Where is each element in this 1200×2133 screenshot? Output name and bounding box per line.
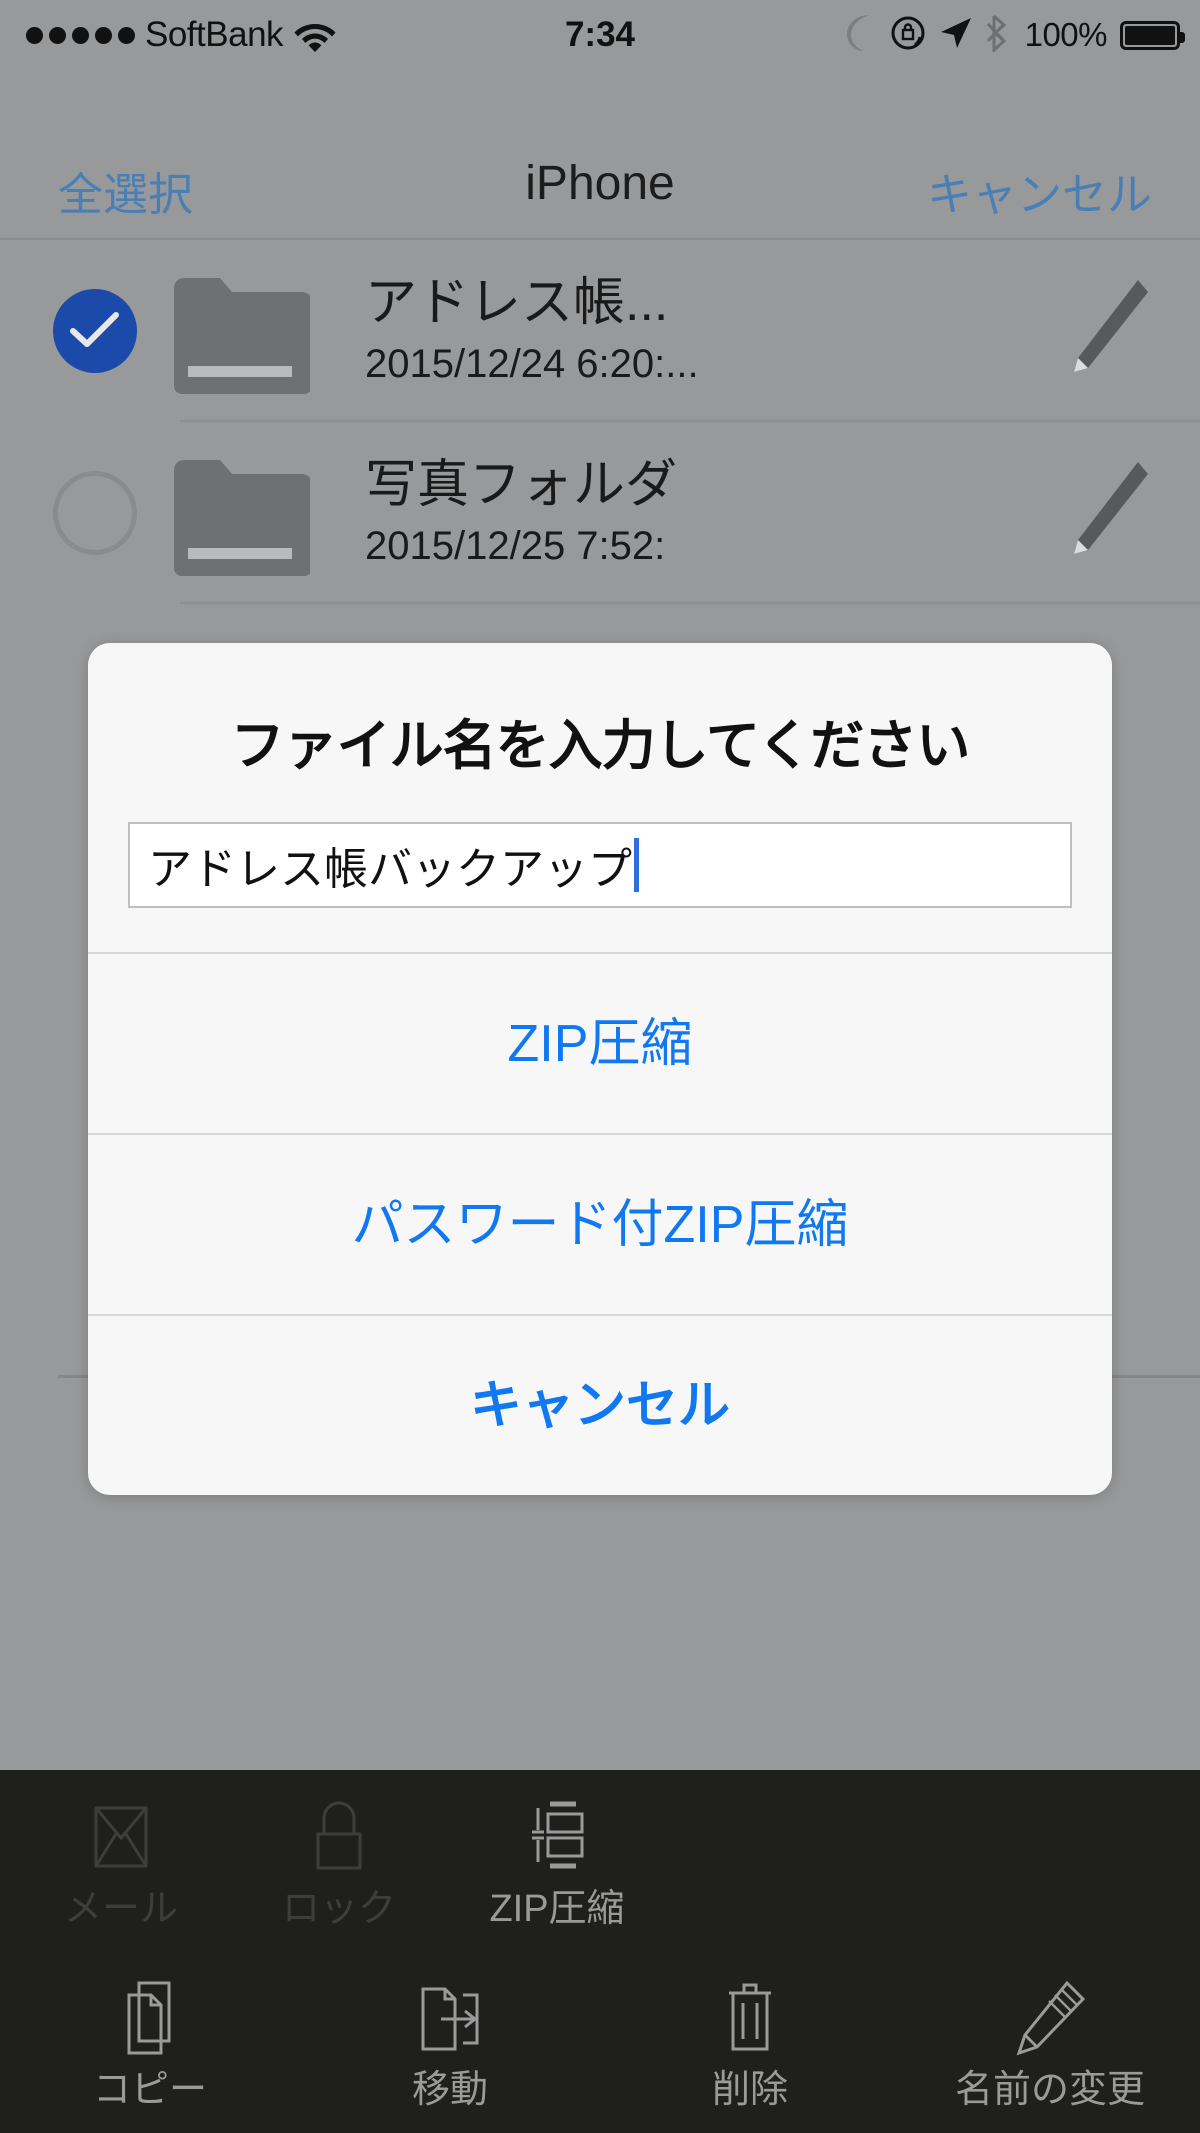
toolbar-label: 移動 [411,2068,488,2111]
dialog-header: ファイル名を入力してください [88,643,1112,780]
file-row-text: アドレス帳... 2015/12/24 6:20:... [365,274,699,388]
file-date: 2015/12/25 7:52: [365,523,666,568]
dialog-input-row: アドレス帳バックアップ [88,780,1112,952]
toolbar-label: ロック [281,1887,396,1930]
folder-icon [174,460,310,576]
row-checkbox-checked[interactable] [53,289,137,373]
trash-icon [729,1983,771,2050]
dialog-cancel-button[interactable]: キャンセル [88,1314,1112,1495]
toolbar-label: 名前の変更 [954,2068,1145,2111]
file-row-text: 写真フォルダ 2015/12/25 7:52: [365,456,677,570]
dialog-title: ファイル名を入力してください [230,716,971,776]
battery-full-icon [1120,20,1185,50]
filename-input-value: アドレス帳バックアップ [148,845,632,894]
lock-icon [316,1801,362,1869]
toolbar-label: コピー [92,2068,207,2111]
toolbar-move-button[interactable]: 移動 [300,1951,600,2132]
status-bar-right: 100% [846,0,1185,70]
toolbar-label: 削除 [711,2068,788,2111]
password-zip-compress-button[interactable]: パスワード付ZIP圧縮 [88,1133,1112,1314]
toolbar-rename-button[interactable]: 名前の変更 [900,1951,1200,2132]
navigation-bar: 全選択 iPhone キャンセル [0,70,1200,240]
pencil-icon[interactable] [1052,458,1148,568]
file-date: 2015/12/24 6:20:... [365,341,699,386]
text-cursor-caret [634,838,639,892]
zip-compress-button[interactable]: ZIP圧縮 [88,952,1112,1133]
toolbar-label: メール [63,1887,178,1930]
moon-icon [846,14,877,56]
battery-percent-label: 100% [1024,16,1108,53]
zip-compress-icon [532,1801,584,1868]
filename-input[interactable]: アドレス帳バックアップ [128,822,1072,908]
toolbar-lock-button[interactable]: ロック [230,1770,448,1951]
table-row[interactable]: 写真フォルダ 2015/12/25 7:52: [0,422,1200,604]
toolbar-zip-compress-button[interactable]: ZIP圧縮 [448,1770,666,1951]
folder-icon [174,278,310,394]
toolbar-label: ZIP圧縮 [489,1887,625,1930]
toolbar-mail-button[interactable]: メール [12,1770,230,1951]
file-name: 写真フォルダ [365,456,678,515]
status-bar: SoftBank 7:34 100% [0,0,1200,70]
move-icon [421,1987,479,2050]
toolbar-row-1: メール ロック ZIP圧縮 [0,1770,1200,1951]
bluetooth-icon [986,14,1012,57]
toolbar-copy-button[interactable]: コピー [0,1951,300,2132]
toolbar-delete-button[interactable]: 削除 [600,1951,900,2132]
row-checkbox-unchecked[interactable] [53,471,137,555]
bottom-toolbar: メール ロック ZIP圧縮 コピー 移動 削除 名前の変更 [0,1770,1200,2133]
filename-dialog: ファイル名を入力してください アドレス帳バックアップ ZIP圧縮 パスワード付Z… [88,643,1112,1495]
rename-pencil-icon [1016,1980,1086,2055]
file-name: アドレス帳... [365,274,669,333]
cancel-button[interactable]: キャンセル [927,158,1152,223]
rotation-lock-icon [890,15,926,56]
location-arrow-icon [939,16,973,55]
toolbar-row-2: コピー 移動 削除 名前の変更 [0,1951,1200,2132]
table-row[interactable]: アドレス帳... 2015/12/24 6:20:... [0,240,1200,422]
copy-icon [127,1981,171,2054]
pencil-icon[interactable] [1052,276,1148,386]
clock-label: 7:34 [564,15,636,54]
mail-icon [94,1806,148,1867]
iphone-screen: SoftBank 7:34 100% 全選択 iPhone キャンセル アドレス… [0,0,1200,2133]
row-separator [180,602,1200,604]
